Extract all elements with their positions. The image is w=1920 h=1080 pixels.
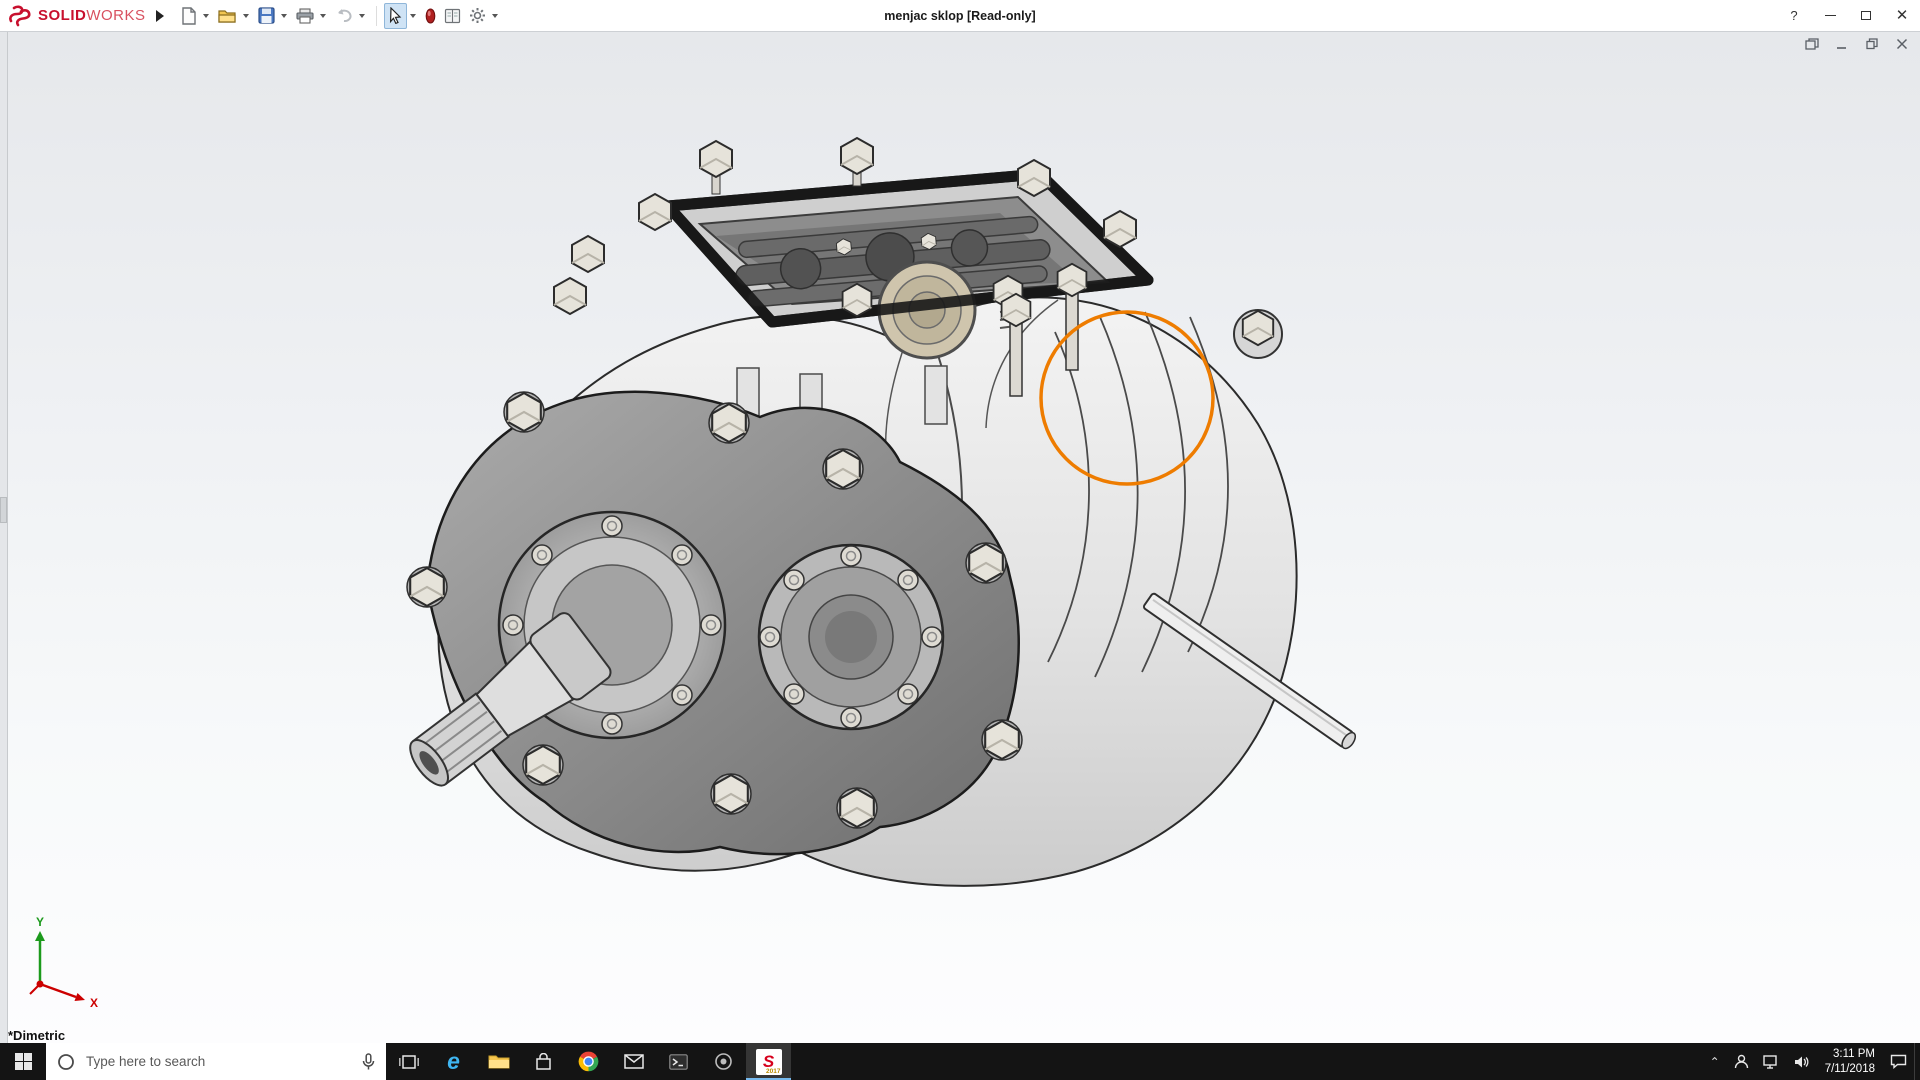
volume-icon[interactable] [1787,1043,1817,1080]
doc-close-button[interactable] [1894,37,1910,51]
show-desktop-button[interactable] [1914,1043,1920,1080]
clock-date: 7/11/2018 [1825,1062,1875,1077]
print-icon[interactable] [293,3,317,29]
minimize-button[interactable] [1812,0,1848,32]
splitter-handle-icon[interactable] [0,497,7,523]
taskbar-clock[interactable]: 3:11 PM 7/11/2018 [1817,1047,1883,1077]
3d-model-viewport[interactable]: Y X [0,32,1920,1043]
undo-dropdown[interactable] [359,14,365,18]
settings-gear-icon[interactable] [466,3,489,29]
terminal-icon [669,1054,688,1070]
taskbar-search[interactable] [46,1043,386,1080]
toolbar-separator [376,6,377,26]
toolbar-flyout-arrow-icon[interactable] [156,10,164,22]
chrome-icon [578,1051,599,1072]
open-dropdown[interactable] [243,14,249,18]
solidworks-brand: SOLIDWORKS [0,5,152,27]
new-document-icon[interactable] [178,3,200,29]
settings-icon [714,1052,733,1071]
triad-y-label: Y [36,915,44,929]
action-center-button[interactable] [1883,1043,1914,1080]
save-dropdown[interactable] [281,14,287,18]
maximize-button[interactable] [1848,0,1884,32]
realview-icon[interactable] [422,3,439,29]
maximize-icon [1861,11,1871,20]
orientation-triad: Y X [30,915,98,1010]
close-button[interactable]: ✕ [1884,0,1920,32]
select-dropdown[interactable] [410,14,416,18]
document-window-controls [1804,37,1910,51]
mail-icon [624,1054,644,1069]
settings-app-button[interactable] [701,1043,746,1080]
close-icon: ✕ [1896,8,1909,23]
options-book-icon[interactable] [441,3,464,29]
file-explorer-button[interactable] [476,1043,521,1080]
print-dropdown[interactable] [320,14,326,18]
microphone-icon[interactable] [362,1053,375,1071]
new-document-dropdown[interactable] [203,14,209,18]
triad-x-label: X [90,996,98,1010]
people-icon[interactable] [1727,1043,1756,1080]
app-titlebar: SOLIDWORKS [0,0,1920,32]
graphics-area[interactable]: Y X *Dimetric [0,32,1920,1043]
task-view-icon [399,1054,419,1070]
access-plate[interactable] [759,545,943,729]
solidworks-icon: S 2017 [756,1049,782,1075]
chrome-button[interactable] [566,1043,611,1080]
edge-icon: e [447,1048,460,1075]
doc-minimize-button[interactable] [1834,37,1850,51]
solidworks-taskbar-button[interactable]: S 2017 [746,1043,791,1080]
view-orientation-label: *Dimetric [8,1028,65,1043]
system-tray: ⌃ 3:11 PM 7/11/2018 [1703,1043,1920,1080]
task-view-button[interactable] [386,1043,431,1080]
cortana-circle-icon [57,1053,75,1071]
document-title: menjac sklop [Read-only] [884,0,1035,32]
settings-dropdown[interactable] [492,14,498,18]
search-input[interactable] [84,1053,353,1070]
store-icon [535,1053,552,1071]
minimize-icon [1825,15,1836,16]
start-icon [15,1053,32,1070]
mail-button[interactable] [611,1043,656,1080]
save-icon[interactable] [255,3,278,29]
doc-cascade-button[interactable] [1804,37,1820,51]
help-button[interactable]: ? [1776,0,1812,32]
solidworks-logo-icon [8,5,34,27]
brand-wordmark: SOLIDWORKS [38,7,146,24]
undo-icon[interactable] [332,3,356,29]
tray-chevron-icon[interactable]: ⌃ [1703,1043,1727,1080]
start-button[interactable] [0,1043,46,1080]
doc-restore-button[interactable] [1864,37,1880,51]
clock-time: 3:11 PM [1825,1047,1875,1062]
network-icon[interactable] [1756,1043,1787,1080]
file-explorer-icon [488,1053,510,1070]
terminal-button[interactable] [656,1043,701,1080]
open-icon[interactable] [215,3,240,29]
select-cursor-icon[interactable] [384,3,407,29]
store-button[interactable] [521,1043,566,1080]
action-center-icon [1890,1054,1907,1069]
edge-button[interactable]: e [431,1043,476,1080]
feature-manager-splitter[interactable] [0,32,8,1043]
windows-taskbar: e [0,1043,1920,1080]
